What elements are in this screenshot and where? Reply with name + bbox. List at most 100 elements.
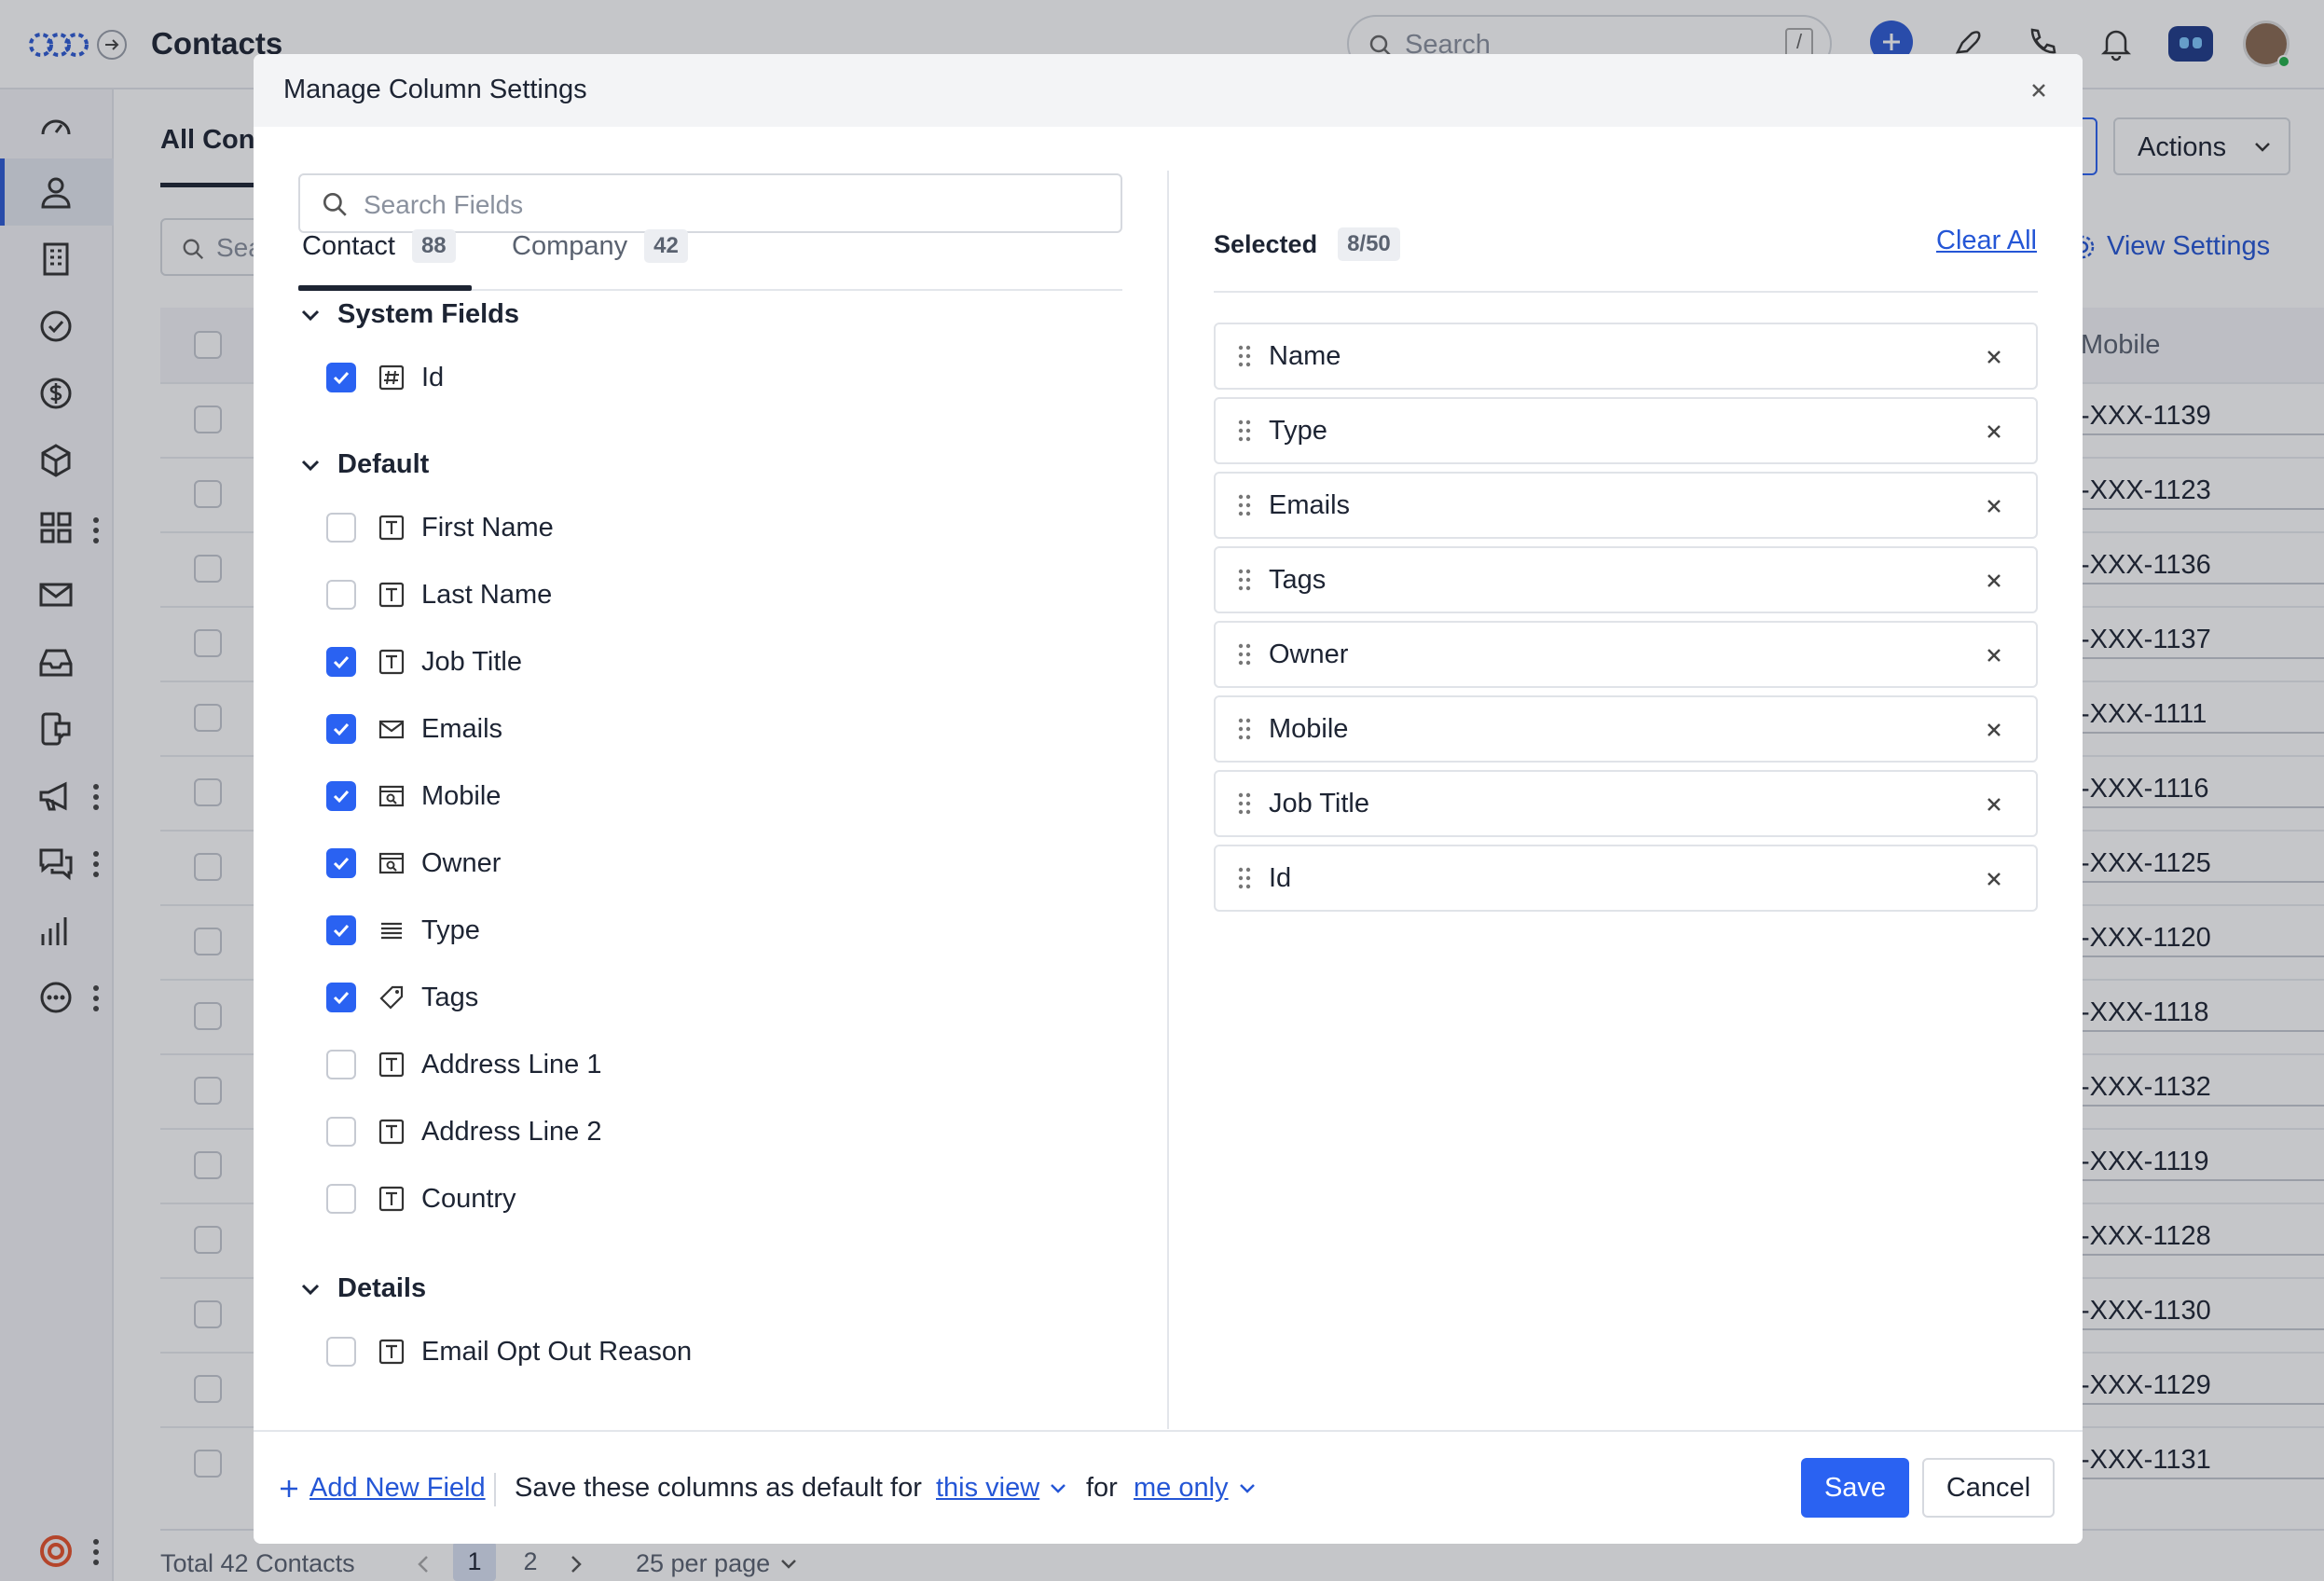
- remove-icon[interactable]: [1984, 421, 2004, 442]
- lookup-icon: [377, 848, 406, 878]
- remove-icon[interactable]: [1984, 869, 2004, 889]
- field-option[interactable]: Email Opt Out Reason: [326, 1333, 692, 1370]
- tab-contact[interactable]: Contact 88: [302, 229, 456, 263]
- dialog-footer: Add New Field Save these columns as defa…: [254, 1430, 2083, 1544]
- drag-handle-icon[interactable]: [1238, 569, 1251, 591]
- mail-icon: [377, 714, 406, 744]
- field-option[interactable]: Mobile: [326, 777, 501, 815]
- selected-column-item[interactable]: Type: [1214, 397, 2038, 464]
- field-checkbox[interactable]: [326, 513, 356, 543]
- section-header[interactable]: Details: [298, 1273, 426, 1304]
- field-checkbox[interactable]: [326, 1337, 356, 1367]
- for-text: for: [1086, 1473, 1118, 1503]
- selected-fields-pane: Selected 8/50 Clear All Name Type Emails Ta…: [1214, 127, 2043, 1430]
- selected-column-item[interactable]: Tags: [1214, 546, 2038, 613]
- tag-icon: [377, 983, 406, 1012]
- field-label: Address Line 2: [421, 1116, 602, 1147]
- field-option[interactable]: Last Name: [326, 576, 552, 613]
- field-option[interactable]: First Name: [326, 509, 554, 546]
- check-icon: [333, 371, 350, 385]
- list-icon: [377, 915, 406, 945]
- field-checkbox[interactable]: [326, 1050, 356, 1079]
- field-option[interactable]: Address Line 2: [326, 1113, 601, 1150]
- field-option[interactable]: Emails: [326, 710, 502, 748]
- field-checkbox[interactable]: [326, 1184, 356, 1214]
- selected-divider: [1214, 291, 2038, 293]
- selected-count: 8/50: [1338, 227, 1400, 261]
- dialog-header: Manage Column Settings: [254, 54, 2083, 127]
- field-checkbox[interactable]: [326, 714, 356, 744]
- field-checkbox[interactable]: [326, 781, 356, 811]
- remove-icon[interactable]: [1984, 347, 2004, 367]
- drag-handle-icon[interactable]: [1238, 643, 1251, 666]
- selected-column-label: Name: [1269, 341, 1341, 371]
- field-checkbox[interactable]: [326, 983, 356, 1012]
- check-icon: [333, 655, 350, 669]
- remove-icon[interactable]: [1984, 645, 2004, 666]
- tab-company[interactable]: Company 42: [512, 229, 688, 263]
- field-label: Address Line 1: [421, 1049, 602, 1079]
- chevron-down-icon: [1239, 1483, 1255, 1493]
- field-checkbox[interactable]: [326, 647, 356, 677]
- tab-contact-label: Contact: [302, 230, 395, 261]
- text-icon: [377, 1337, 406, 1367]
- scope-dropdown[interactable]: this view: [936, 1473, 1067, 1504]
- field-option[interactable]: Id: [326, 359, 444, 396]
- selected-column-item[interactable]: Mobile: [1214, 695, 2038, 763]
- chevron-down-icon: [301, 309, 320, 321]
- check-icon: [333, 722, 350, 736]
- field-option[interactable]: Type: [326, 912, 480, 949]
- tab-company-label: Company: [512, 230, 628, 261]
- field-checkbox[interactable]: [326, 915, 356, 945]
- field-label: Country: [421, 1183, 516, 1214]
- field-option[interactable]: Job Title: [326, 643, 522, 681]
- selected-column-item[interactable]: Emails: [1214, 472, 2038, 539]
- selected-column-item[interactable]: Owner: [1214, 621, 2038, 688]
- dialog-title: Manage Column Settings: [283, 75, 587, 104]
- chevron-down-icon: [301, 1284, 320, 1295]
- field-option[interactable]: Tags: [326, 979, 478, 1016]
- field-label: Owner: [421, 847, 502, 878]
- text-icon: [377, 1184, 406, 1214]
- field-option[interactable]: Country: [326, 1180, 516, 1217]
- drag-handle-icon[interactable]: [1238, 792, 1251, 815]
- selected-column-item[interactable]: Name: [1214, 323, 2038, 390]
- selected-header: Selected 8/50: [1214, 227, 1400, 261]
- section-header[interactable]: System Fields: [298, 299, 519, 330]
- tab-active-underline: [298, 285, 472, 291]
- remove-icon[interactable]: [1984, 496, 2004, 516]
- search-fields-input[interactable]: Search Fields: [298, 173, 1122, 233]
- selected-column-item[interactable]: Job Title: [1214, 770, 2038, 837]
- field-checkbox[interactable]: [326, 580, 356, 610]
- close-icon[interactable]: [2025, 76, 2053, 104]
- field-option[interactable]: Owner: [326, 845, 501, 882]
- drag-handle-icon[interactable]: [1238, 345, 1251, 367]
- drag-handle-icon[interactable]: [1238, 718, 1251, 740]
- remove-icon[interactable]: [1984, 571, 2004, 591]
- cancel-button[interactable]: Cancel: [1922, 1458, 2055, 1518]
- selected-column-item[interactable]: Id: [1214, 845, 2038, 912]
- available-fields-pane: Search Fields Contact 88 Company 42 Syst…: [254, 127, 1167, 1430]
- clear-all-link[interactable]: Clear All: [1936, 226, 2037, 256]
- drag-handle-icon[interactable]: [1238, 419, 1251, 442]
- field-label: Job Title: [421, 646, 522, 677]
- remove-icon[interactable]: [1984, 720, 2004, 740]
- field-checkbox[interactable]: [326, 848, 356, 878]
- selected-column-label: Owner: [1269, 639, 1349, 669]
- section-header[interactable]: Default: [298, 449, 429, 480]
- tab-company-count: 42: [644, 229, 688, 263]
- drag-handle-icon[interactable]: [1238, 867, 1251, 889]
- save-button[interactable]: Save: [1801, 1458, 1909, 1518]
- field-option[interactable]: Address Line 1: [326, 1046, 601, 1083]
- section-title: Default: [337, 449, 430, 479]
- field-checkbox[interactable]: [326, 1117, 356, 1147]
- field-checkbox[interactable]: [326, 363, 356, 392]
- chevron-down-icon: [301, 460, 320, 471]
- field-label: Email Opt Out Reason: [421, 1336, 693, 1367]
- remove-icon[interactable]: [1984, 794, 2004, 815]
- add-new-field-link[interactable]: Add New Field: [278, 1473, 486, 1504]
- selected-column-label: Mobile: [1269, 714, 1349, 744]
- selected-label: Selected: [1214, 229, 1318, 258]
- drag-handle-icon[interactable]: [1238, 494, 1251, 516]
- audience-dropdown[interactable]: me only: [1134, 1473, 1257, 1504]
